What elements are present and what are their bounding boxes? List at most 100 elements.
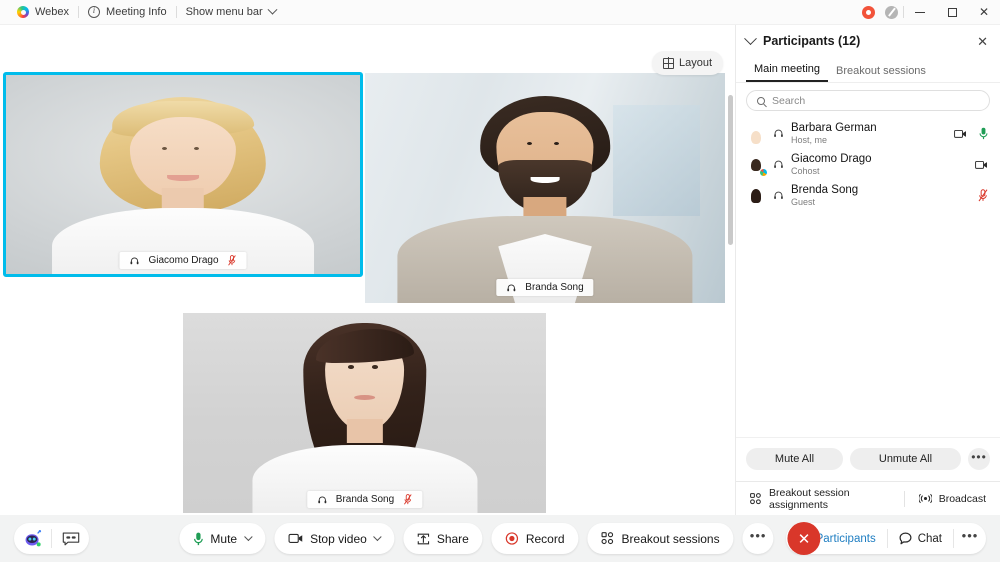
stop-video-button[interactable]: Stop video — [274, 523, 395, 554]
participant-role: Host, me — [791, 134, 828, 145]
body: Layout Giacomo Drago Branda Song Branda … — [0, 25, 1000, 515]
meeting-info-button[interactable]: Meeting Info — [79, 5, 176, 18]
search-box[interactable] — [746, 90, 990, 111]
tab-breakout-sessions[interactable]: Breakout sessions — [828, 65, 934, 82]
breakout-sessions-button[interactable]: Breakout sessions — [587, 523, 734, 554]
panel-title: Participants (12) — [763, 34, 861, 48]
closed-captions-button[interactable] — [52, 523, 89, 554]
search-icon — [757, 96, 765, 105]
unmute-all-button[interactable]: Unmute All — [849, 448, 961, 470]
mute-button[interactable]: Mute — [179, 523, 266, 554]
participants-label: Participants — [815, 532, 876, 545]
participant-row[interactable]: Brenda Song Guest — [736, 180, 1000, 211]
participant-role: Guest — [791, 196, 816, 207]
recording-indicator-icon[interactable] — [862, 5, 875, 19]
panel-close-button[interactable]: ✕ — [977, 35, 988, 48]
mute-all-label: Mute All — [774, 453, 815, 465]
chevron-down-icon[interactable] — [373, 532, 383, 541]
more-options-button[interactable]: ••• — [742, 523, 774, 554]
video-tile-2[interactable]: Branda Song — [365, 73, 725, 303]
close-icon: ✕ — [797, 530, 811, 548]
chat-icon — [899, 532, 912, 545]
participant-status-icons — [975, 160, 988, 170]
broadcast-label: Broadcast — [938, 492, 986, 505]
right-more-button[interactable]: ••• — [954, 523, 986, 554]
participant-row[interactable]: Barbara German Host, me — [736, 118, 1000, 149]
divider — [903, 490, 905, 507]
chevron-down-icon[interactable] — [744, 31, 757, 45]
show-menu-bar-button[interactable]: Show menu bar — [177, 4, 285, 18]
breakout-sessions-icon — [750, 492, 761, 504]
close-icon: ✕ — [978, 5, 990, 19]
participant-video-branda-song-2 — [183, 313, 546, 513]
mute-all-button[interactable]: Mute All — [746, 448, 843, 470]
stage-scrollbar[interactable] — [728, 95, 733, 245]
broadcast-button[interactable]: Broadcast — [913, 493, 992, 505]
mic-icon — [194, 532, 203, 545]
record-icon — [506, 532, 519, 545]
participant-info: Brenda Song Guest — [791, 184, 971, 207]
webex-logo-icon — [17, 6, 29, 18]
maximize-button[interactable] — [936, 0, 968, 25]
chevron-down-icon — [267, 4, 278, 15]
participant-info: Giacomo Drago Cohost — [791, 153, 968, 176]
participant-name: Giacomo Drago — [791, 153, 872, 166]
camera-icon[interactable] — [975, 160, 988, 170]
mute-label: Mute — [210, 531, 238, 546]
share-label: Share — [436, 531, 469, 546]
headset-icon — [507, 284, 516, 291]
webex-brand: Webex — [8, 6, 78, 18]
close-window-button[interactable]: ✕ — [968, 0, 1000, 25]
minimize-button[interactable] — [904, 0, 936, 25]
participants-list: Barbara German Host, me Giacomo Drago Co… — [736, 115, 1000, 437]
avatar — [746, 155, 768, 177]
tab-main-meeting[interactable]: Main meeting — [746, 63, 829, 82]
end-meeting-button[interactable]: ✕ — [787, 522, 821, 555]
headset-icon — [317, 496, 326, 503]
panel-header: Participants (12) ✕ — [736, 25, 1000, 57]
video-tile-active-speaker[interactable]: Giacomo Drago — [3, 72, 363, 277]
headset-icon — [774, 129, 783, 138]
tile-participant-name: Branda Song — [525, 282, 584, 293]
share-button[interactable]: Share — [403, 523, 483, 554]
layout-label: Layout — [678, 57, 712, 69]
avatar — [746, 124, 766, 144]
webex-meeting-window: Webex Meeting Info Show menu bar ✕ — [0, 0, 1000, 562]
video-tile-3[interactable]: Branda Song — [183, 313, 546, 513]
search-container — [736, 83, 1000, 115]
chat-button[interactable]: Chat — [888, 523, 953, 554]
more-icon: ••• — [971, 449, 987, 464]
chevron-down-icon[interactable] — [243, 532, 253, 541]
maximize-icon — [947, 7, 957, 17]
share-screen-icon — [418, 533, 430, 544]
layout-button[interactable]: Layout — [651, 51, 723, 75]
title-bar: Webex Meeting Info Show menu bar ✕ — [0, 0, 1000, 25]
participant-role: Cohost — [791, 165, 820, 176]
network-indicator-icon[interactable] — [885, 5, 898, 19]
mic-muted-icon — [403, 494, 412, 505]
camera-icon[interactable] — [954, 129, 967, 139]
participant-name: Barbara German — [791, 122, 877, 135]
tile-participant-name: Branda Song — [335, 494, 395, 505]
participant-name: Brenda Song — [791, 184, 859, 197]
mic-unmuted-icon[interactable] — [979, 127, 988, 140]
breakout-session-assignments-button[interactable]: Breakout session assignments — [744, 487, 896, 511]
participant-row[interactable]: Giacomo Drago Cohost — [736, 149, 1000, 180]
search-input[interactable] — [772, 94, 979, 107]
mic-muted-icon[interactable] — [978, 189, 988, 202]
unmute-all-label: Unmute All — [878, 453, 933, 465]
ai-assistant-button[interactable] — [14, 523, 51, 554]
breakout-sessions-icon — [601, 532, 614, 545]
more-icon: ••• — [749, 528, 767, 543]
show-menu-bar-label: Show menu bar — [185, 6, 263, 18]
headset-icon — [130, 257, 139, 264]
info-icon — [88, 5, 101, 18]
record-button[interactable]: Record — [491, 523, 579, 554]
tile-name-badge: Branda Song — [496, 279, 594, 296]
control-bar-left — [14, 523, 89, 554]
video-stage: Layout Giacomo Drago Branda Song Branda … — [0, 25, 735, 515]
app-name: Webex — [35, 6, 70, 18]
panel-action-buttons: Mute All Unmute All ••• — [736, 437, 1000, 481]
panel-more-button[interactable]: ••• — [968, 448, 990, 470]
control-bar-center: Mute Stop video Share Record Breakout se… — [179, 522, 821, 555]
